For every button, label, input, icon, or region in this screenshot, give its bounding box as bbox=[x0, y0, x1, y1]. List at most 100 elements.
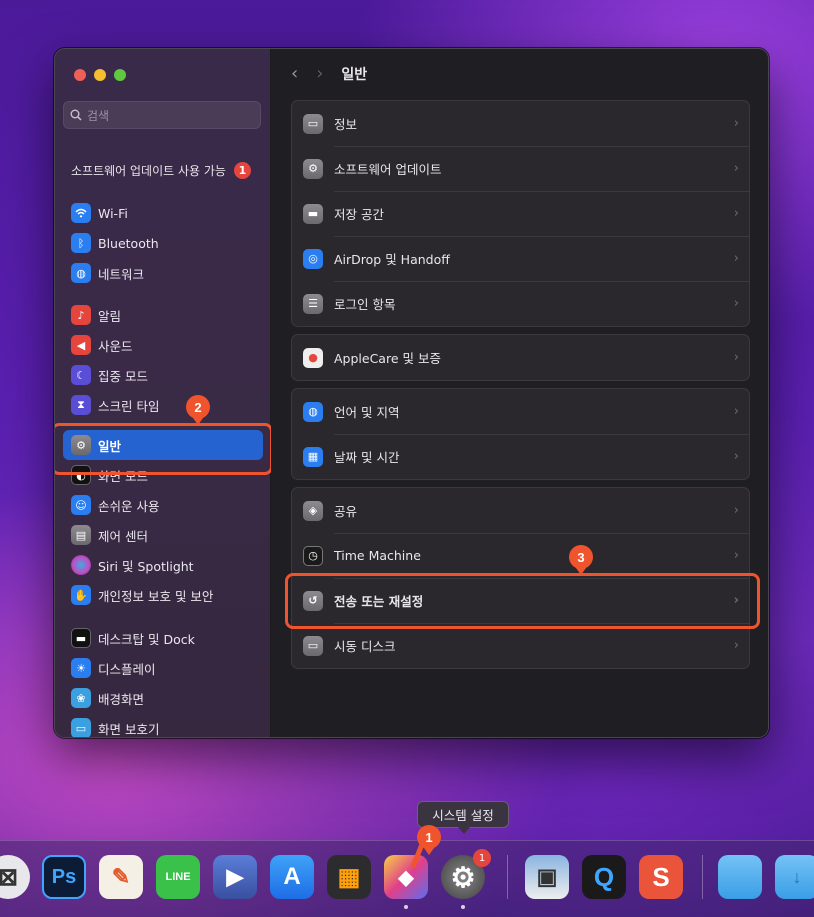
sidebar-item-label: 사운드 bbox=[98, 338, 133, 354]
accessibility-icon: ☺ bbox=[71, 495, 91, 515]
sidebar: 검색 소프트웨어 업데이트 사용 가능 1 Wi-Fi ᛒ Bluetooth … bbox=[55, 49, 273, 737]
settings-group-3: ◍ 언어 및 지역 › ▦ 날짜 및 시간 › bbox=[291, 388, 750, 480]
sidebar-item-bluetooth[interactable]: ᛒ Bluetooth bbox=[63, 228, 263, 258]
row-label: AirDrop 및 Handoff bbox=[334, 252, 450, 267]
photoshop-icon[interactable]: Ps bbox=[42, 855, 86, 899]
row-time-machine[interactable]: ◷ Time Machine › bbox=[292, 533, 749, 578]
sidebar-item-wifi[interactable]: Wi-Fi bbox=[63, 198, 263, 228]
sidebar-item-focus[interactable]: ☾ 집중 모드 bbox=[63, 360, 263, 390]
sidebar-item-accessibility[interactable]: ☺ 손쉬운 사용 bbox=[63, 490, 263, 520]
airdrop-icon: ◎ bbox=[303, 248, 323, 269]
sidebar-item-siri-spotlight[interactable]: Siri 및 Spotlight bbox=[63, 550, 263, 580]
software-update-notice[interactable]: 소프트웨어 업데이트 사용 가능 1 bbox=[71, 159, 256, 181]
update-badge: 1 bbox=[233, 161, 251, 179]
chevron-right-icon: › bbox=[733, 206, 739, 221]
pixelmator-icon[interactable]: ◆ bbox=[384, 855, 428, 899]
row-sharing[interactable]: ◈ 공유 › bbox=[292, 488, 749, 533]
row-label: 정보 bbox=[334, 117, 358, 132]
main-pane: ‹ › 일반 ▭ 정보 › ⚙ 소프트웨어 업데이트 › ▬ 저장 공간 › ◎ bbox=[271, 49, 768, 737]
sidebar-item-sound[interactable]: ◀ 사운드 bbox=[63, 330, 263, 360]
highlight-transfer-reset bbox=[285, 573, 760, 629]
row-applecare[interactable]: ● AppleCare 및 보증 › bbox=[292, 335, 749, 380]
sidebar-item-label: 알림 bbox=[98, 308, 122, 324]
close-button[interactable] bbox=[74, 69, 86, 81]
row-label: Time Machine bbox=[334, 548, 421, 563]
gear-badge-icon: ⚙ bbox=[303, 158, 323, 179]
player-icon[interactable]: ▶ bbox=[213, 855, 257, 899]
row-language-region[interactable]: ◍ 언어 및 지역 › bbox=[292, 389, 749, 434]
row-date-time[interactable]: ▦ 날짜 및 시간 › bbox=[292, 434, 749, 479]
chevron-right-icon: › bbox=[733, 638, 739, 653]
laptop-icon: ▭ bbox=[303, 113, 323, 134]
sidebar-item-label: Wi-Fi bbox=[98, 205, 128, 221]
system-settings-window: 검색 소프트웨어 업데이트 사용 가능 1 Wi-Fi ᛒ Bluetooth … bbox=[54, 48, 769, 738]
chevron-right-icon: › bbox=[733, 503, 739, 518]
sidebar-item-wallpaper[interactable]: ❀ 배경화면 bbox=[63, 683, 263, 713]
bell-icon: ♪ bbox=[71, 305, 91, 325]
quicktime-icon[interactable]: Q bbox=[582, 855, 626, 899]
back-button[interactable]: ‹ bbox=[291, 63, 298, 84]
wifi-icon bbox=[71, 203, 91, 223]
row-storage[interactable]: ▬ 저장 공간 › bbox=[292, 191, 749, 236]
main-header: ‹ › 일반 bbox=[291, 63, 367, 84]
sidebar-item-privacy-security[interactable]: ✋ 개인정보 보호 및 보안 bbox=[63, 580, 263, 610]
s-app-icon[interactable]: S bbox=[639, 855, 683, 899]
sidebar-item-control-center[interactable]: ▤ 제어 센터 bbox=[63, 520, 263, 550]
hand-icon: ✋ bbox=[71, 585, 91, 605]
share-icon: ◈ bbox=[303, 500, 323, 521]
chevron-right-icon: › bbox=[733, 548, 739, 563]
globe-icon: ◍ bbox=[303, 401, 323, 422]
startup-disk-icon: ▭ bbox=[303, 635, 323, 656]
row-airdrop-handoff[interactable]: ◎ AirDrop 및 Handoff › bbox=[292, 236, 749, 281]
globe-icon: ◍ bbox=[71, 263, 91, 283]
chevron-right-icon: › bbox=[733, 449, 739, 464]
sidebar-item-desktop-dock[interactable]: ▬ 데스크탑 및 Dock bbox=[63, 623, 263, 653]
sketch-pen-icon[interactable]: ✎ bbox=[99, 855, 143, 899]
sidebar-item-label: 배경화면 bbox=[98, 691, 145, 707]
screensaver-icon: ▭ bbox=[71, 718, 91, 737]
chevron-right-icon: › bbox=[733, 350, 739, 365]
sidebar-item-label: 손쉬운 사용 bbox=[98, 498, 160, 514]
sidebar-item-notifications[interactable]: ♪ 알림 bbox=[63, 300, 263, 330]
time-machine-icon: ◷ bbox=[303, 545, 323, 566]
calculator-icon[interactable]: ▦ bbox=[327, 855, 371, 899]
calendar-clock-icon: ▦ bbox=[303, 446, 323, 467]
downloads-folder-icon[interactable]: ↓ bbox=[775, 855, 814, 899]
row-login-items[interactable]: ☰ 로그인 항목 › bbox=[292, 281, 749, 326]
flower-icon: ❀ bbox=[71, 688, 91, 708]
settings-group-1: ▭ 정보 › ⚙ 소프트웨어 업데이트 › ▬ 저장 공간 › ◎ AirDro… bbox=[291, 100, 750, 327]
moon-icon: ☾ bbox=[71, 365, 91, 385]
highlight-general bbox=[55, 423, 273, 475]
row-about[interactable]: ▭ 정보 › bbox=[292, 101, 749, 146]
dock-separator bbox=[507, 855, 508, 899]
line-icon[interactable]: LINE bbox=[156, 855, 200, 899]
row-label: 시동 디스크 bbox=[334, 639, 396, 654]
dock-icon: ▬ bbox=[71, 628, 91, 648]
preview-icon[interactable]: ▣ bbox=[525, 855, 569, 899]
row-label: 공유 bbox=[334, 504, 358, 519]
sidebar-item-displays[interactable]: ☀ 디스플레이 bbox=[63, 653, 263, 683]
search-placeholder: 검색 bbox=[87, 108, 110, 123]
folder-icon[interactable] bbox=[718, 855, 762, 899]
row-label: 날짜 및 시간 bbox=[334, 450, 400, 465]
forward-button[interactable]: › bbox=[316, 63, 323, 84]
sidebar-item-label: Siri 및 Spotlight bbox=[98, 558, 194, 574]
step-badge-2: 2 bbox=[186, 395, 210, 425]
siri-icon bbox=[71, 555, 91, 575]
settings-group-2: ● AppleCare 및 보증 › bbox=[291, 334, 750, 381]
sidebar-item-screen-time[interactable]: ⧗ 스크린 타임 bbox=[63, 390, 263, 420]
app-store-icon[interactable]: A bbox=[270, 855, 314, 899]
speaker-icon: ◀ bbox=[71, 335, 91, 355]
sidebar-item-network[interactable]: ◍ 네트워크 bbox=[63, 258, 263, 288]
row-label: 로그인 항목 bbox=[334, 297, 396, 312]
sidebar-item-screen-saver[interactable]: ▭ 화면 보호기 bbox=[63, 713, 263, 737]
step-badge-3: 3 bbox=[569, 545, 593, 575]
row-software-update[interactable]: ⚙ 소프트웨어 업데이트 › bbox=[292, 146, 749, 191]
cross-app-icon[interactable]: ⊠ bbox=[0, 855, 30, 899]
minimize-button[interactable] bbox=[94, 69, 106, 81]
search-field[interactable]: 검색 bbox=[63, 101, 261, 129]
bluetooth-icon: ᛒ bbox=[71, 233, 91, 253]
row-startup-disk[interactable]: ▭ 시동 디스크 › bbox=[292, 623, 749, 668]
row-label: 언어 및 지역 bbox=[334, 405, 400, 420]
zoom-button[interactable] bbox=[114, 69, 126, 81]
